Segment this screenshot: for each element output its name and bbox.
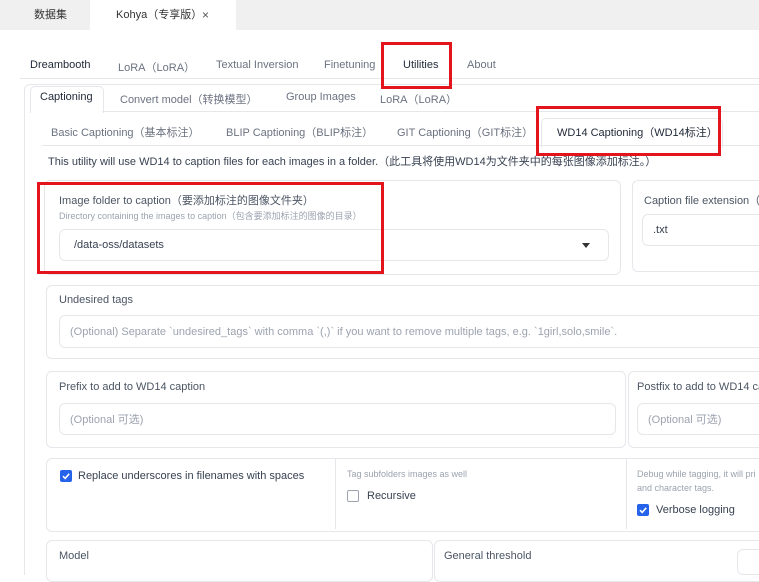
options-divider-1 bbox=[335, 459, 336, 529]
tab-git-captioning[interactable]: GIT Captioning（GIT标注） bbox=[397, 124, 533, 140]
top-tab-kohya-label: Kohya（专享版） bbox=[116, 9, 203, 21]
prefix-placeholder: (Optional 可选) bbox=[70, 414, 144, 426]
tab-captioning[interactable]: Captioning bbox=[40, 91, 93, 103]
undesired-tags-input[interactable]: (Optional) Separate `undesired_tags` wit… bbox=[59, 315, 759, 348]
undesired-tags-label: Undesired tags bbox=[59, 294, 133, 306]
options-divider-2 bbox=[626, 459, 627, 529]
postfix-label: Postfix to add to WD14 cap bbox=[637, 381, 759, 393]
model-panel bbox=[46, 540, 433, 582]
chevron-down-icon bbox=[582, 243, 590, 248]
check-icon bbox=[639, 507, 647, 514]
postfix-input[interactable]: (Optional 可选) bbox=[637, 403, 759, 435]
replace-underscores-checkbox[interactable] bbox=[60, 470, 72, 482]
top-tab-datasets[interactable]: 数据集 bbox=[34, 0, 67, 30]
check-icon bbox=[62, 473, 70, 480]
verbose-logging-label: Verbose logging bbox=[656, 504, 735, 516]
tab-lora[interactable]: LoRA（LoRA） bbox=[118, 59, 195, 75]
highlight-wd14 bbox=[536, 106, 721, 156]
debug-info-line1: Debug while tagging, it will pri bbox=[637, 469, 756, 479]
model-label: Model bbox=[59, 550, 89, 562]
tab-dreambooth[interactable]: Dreambooth bbox=[30, 59, 91, 71]
tab-finetuning[interactable]: Finetuning bbox=[324, 59, 375, 71]
replace-underscores-label: Replace underscores in filenames with sp… bbox=[78, 470, 305, 482]
caption-ext-label: Caption file extension（标 bbox=[644, 195, 759, 207]
highlight-utilities bbox=[381, 42, 452, 89]
caption-ext-value: .txt bbox=[653, 224, 668, 236]
prefix-label: Prefix to add to WD14 caption bbox=[59, 381, 206, 393]
tab-blip-captioning[interactable]: BLIP Captioning（BLIP标注） bbox=[226, 124, 373, 140]
debug-info-line2: and character tags. bbox=[637, 483, 715, 493]
verbose-logging-checkbox[interactable] bbox=[637, 504, 649, 516]
caption-ext-input[interactable]: .txt bbox=[642, 214, 759, 246]
recursive-checkbox[interactable] bbox=[347, 490, 359, 502]
tab-about[interactable]: About bbox=[467, 59, 496, 71]
close-icon[interactable]: × bbox=[202, 0, 209, 30]
tab-group-images[interactable]: Group Images bbox=[286, 91, 356, 103]
tab-basic-captioning[interactable]: Basic Captioning（基本标注） bbox=[51, 124, 200, 140]
undesired-tags-placeholder: (Optional) Separate `undesired_tags` wit… bbox=[70, 325, 618, 338]
prefix-input[interactable]: (Optional 可选) bbox=[59, 403, 616, 435]
tab-convert-model[interactable]: Convert model（转换模型） bbox=[120, 91, 258, 107]
recursive-label: Recursive bbox=[367, 490, 416, 502]
highlight-image-folder bbox=[37, 182, 384, 274]
postfix-placeholder: (Optional 可选) bbox=[648, 414, 722, 426]
tab-textual-inversion[interactable]: Textual Inversion bbox=[216, 59, 299, 71]
threshold-number-input[interactable] bbox=[737, 549, 759, 575]
recursive-info: Tag subfolders images as well bbox=[347, 469, 468, 479]
top-tab-kohya[interactable]: Kohya（专享版） × bbox=[90, 0, 236, 30]
tab-utility-lora[interactable]: LoRA（LoRA） bbox=[380, 91, 457, 107]
threshold-label: General threshold bbox=[444, 550, 532, 562]
